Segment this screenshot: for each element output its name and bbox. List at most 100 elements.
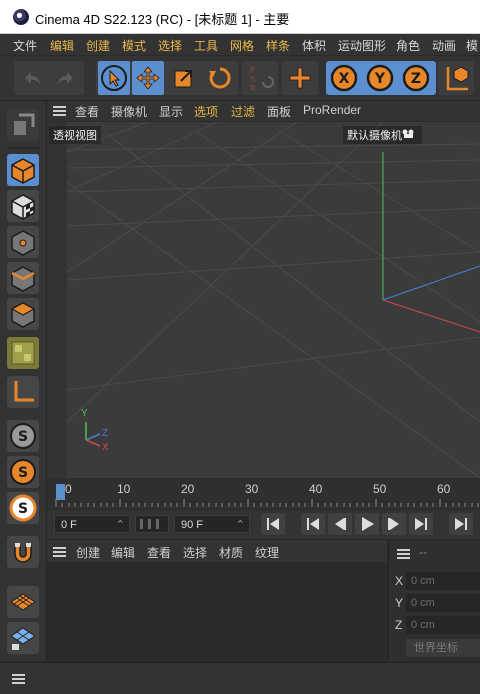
menu-volume[interactable]: 体积 [302,37,326,54]
axis-mode-button[interactable] [7,376,39,408]
world-coords-label: 世界坐标 [414,642,458,654]
x-axis-lock-button[interactable]: X [328,61,360,95]
menu-edit[interactable]: 编辑 [50,37,74,54]
material-menu-select[interactable]: 选择 [183,544,207,561]
menu-select[interactable]: 选择 [158,37,182,54]
uv-mode-button[interactable] [7,337,39,369]
menu-spline[interactable]: 样条 [266,37,290,54]
perspective-viewport[interactable]: 透视视图 默认摄像机 Y Z X [47,122,480,478]
locked-workplane-button[interactable] [7,622,39,654]
range-handle-mid[interactable] [148,519,151,529]
texture-mode-button[interactable] [7,190,39,222]
axis-lock-group: X Y Z [326,61,436,95]
menu-character[interactable]: 角色 [396,37,420,54]
next-frame-button[interactable] [382,513,406,535]
coordinates-menu-icon[interactable] [397,549,410,559]
z-axis-lock-button[interactable]: Z [400,61,432,95]
snap-enable-button[interactable]: S [7,456,39,488]
cube-icon [11,158,35,184]
timeline-ruler[interactable]: 0 10 20 30 40 50 60 [47,479,480,511]
svg-text:Y: Y [374,71,386,87]
transform-tools-group [96,61,238,95]
viewport-menu-icon[interactable] [53,106,66,116]
workplane-button[interactable] [7,586,39,618]
menu-mesh[interactable]: 网格 [230,37,254,54]
status-menu-icon[interactable] [12,674,25,684]
prev-key-button[interactable] [301,513,325,535]
coord-y-field[interactable]: 0 cm [406,594,480,612]
timeline-tick: 50 [373,482,387,496]
timeline-tick: 30 [245,482,259,496]
coord-x-field[interactable]: 0 cm [406,572,480,590]
move-icon [136,66,160,90]
scale-tool-button[interactable] [168,61,200,95]
viewport-menu-panel[interactable]: 面板 [267,103,291,120]
next-key-button[interactable] [409,513,433,535]
select-tool-button[interactable] [98,61,130,95]
coord-y-label: Y [395,596,404,610]
menu-animate[interactable]: 动画 [432,37,456,54]
material-menu-material[interactable]: 材质 [219,544,243,561]
viewport-menu-prorender[interactable]: ProRender [303,103,361,117]
go-to-start-button[interactable] [261,513,285,535]
timeline-tick: 40 [309,482,323,496]
cinema4d-logo-icon [13,9,29,25]
polygons-mode-button[interactable] [7,298,39,330]
svg-text:S: S [250,75,255,84]
menu-tools[interactable]: 工具 [194,37,218,54]
tweak-button[interactable] [7,536,39,568]
edges-mode-button[interactable] [7,262,39,294]
viewport-menu-options[interactable]: 选项 [194,103,218,120]
range-handle-right[interactable] [156,519,159,529]
play-button[interactable] [355,513,379,535]
prev-frame-button[interactable] [328,513,352,535]
main-toolbar: PSR X Y Z [0,56,480,101]
menu-create[interactable]: 创建 [86,37,110,54]
range-handle-left[interactable] [140,519,143,529]
menu-file[interactable]: 文件 [13,37,37,54]
psr-button[interactable]: PSR [244,61,276,95]
snap-settings-button[interactable]: S [7,492,39,524]
snap-button[interactable]: S [7,420,39,452]
menu-bar: 文件 编辑 创建 模式 选择 工具 网格 样条 体积 运动图形 角色 动画 模 [0,34,480,55]
move-tool-button[interactable] [132,61,164,95]
material-manager-area[interactable] [47,562,387,661]
material-menu-create[interactable]: 创建 [76,544,100,561]
viewport-menu-view[interactable]: 查看 [75,103,99,120]
coord-system-group [438,61,474,95]
snap-s-orange-icon: S [10,459,36,485]
viewport-menu-display[interactable]: 显示 [159,103,183,120]
rotate-tool-button[interactable] [204,61,236,95]
world-coords-dropdown[interactable]: 世界坐标 [406,639,480,657]
viewport-menu-filter[interactable]: 过滤 [231,103,255,120]
viewport-menu-camera[interactable]: 摄像机 [111,103,147,120]
stepper-icon[interactable]: ⌃ [236,516,245,534]
coord-z-field[interactable]: 0 cm [406,616,480,634]
stepper-icon[interactable]: ⌃ [116,516,125,534]
material-menu-view[interactable]: 查看 [147,544,171,561]
edges-cube-icon [11,266,35,292]
playhead[interactable] [56,484,65,500]
go-to-end-button[interactable] [449,513,473,535]
y-axis-lock-button[interactable]: Y [364,61,396,95]
menu-mode[interactable]: 模式 [122,37,146,54]
redo-button[interactable] [50,61,82,95]
material-menu-icon[interactable] [53,547,66,557]
range-slider[interactable] [135,515,169,533]
model-mode-button[interactable] [7,154,39,186]
svg-text:S: S [18,429,28,445]
menu-more[interactable]: 模 [466,37,478,54]
coordinate-system-button[interactable] [440,61,472,95]
end-frame-field[interactable]: 90 F ⌃ [174,515,250,533]
redo-icon [58,72,73,84]
material-menu-texture[interactable]: 纹理 [255,544,279,561]
undo-button[interactable] [16,61,48,95]
make-editable-button[interactable] [7,109,39,141]
prev-key-icon [307,518,319,530]
menu-mograph[interactable]: 运动图形 [338,37,386,54]
world-axis-button[interactable] [284,61,316,95]
lock-grid-icon [10,627,36,650]
points-mode-button[interactable] [7,226,39,258]
material-menu-edit[interactable]: 编辑 [111,544,135,561]
start-frame-field[interactable]: 0 F ⌃ [54,515,130,533]
